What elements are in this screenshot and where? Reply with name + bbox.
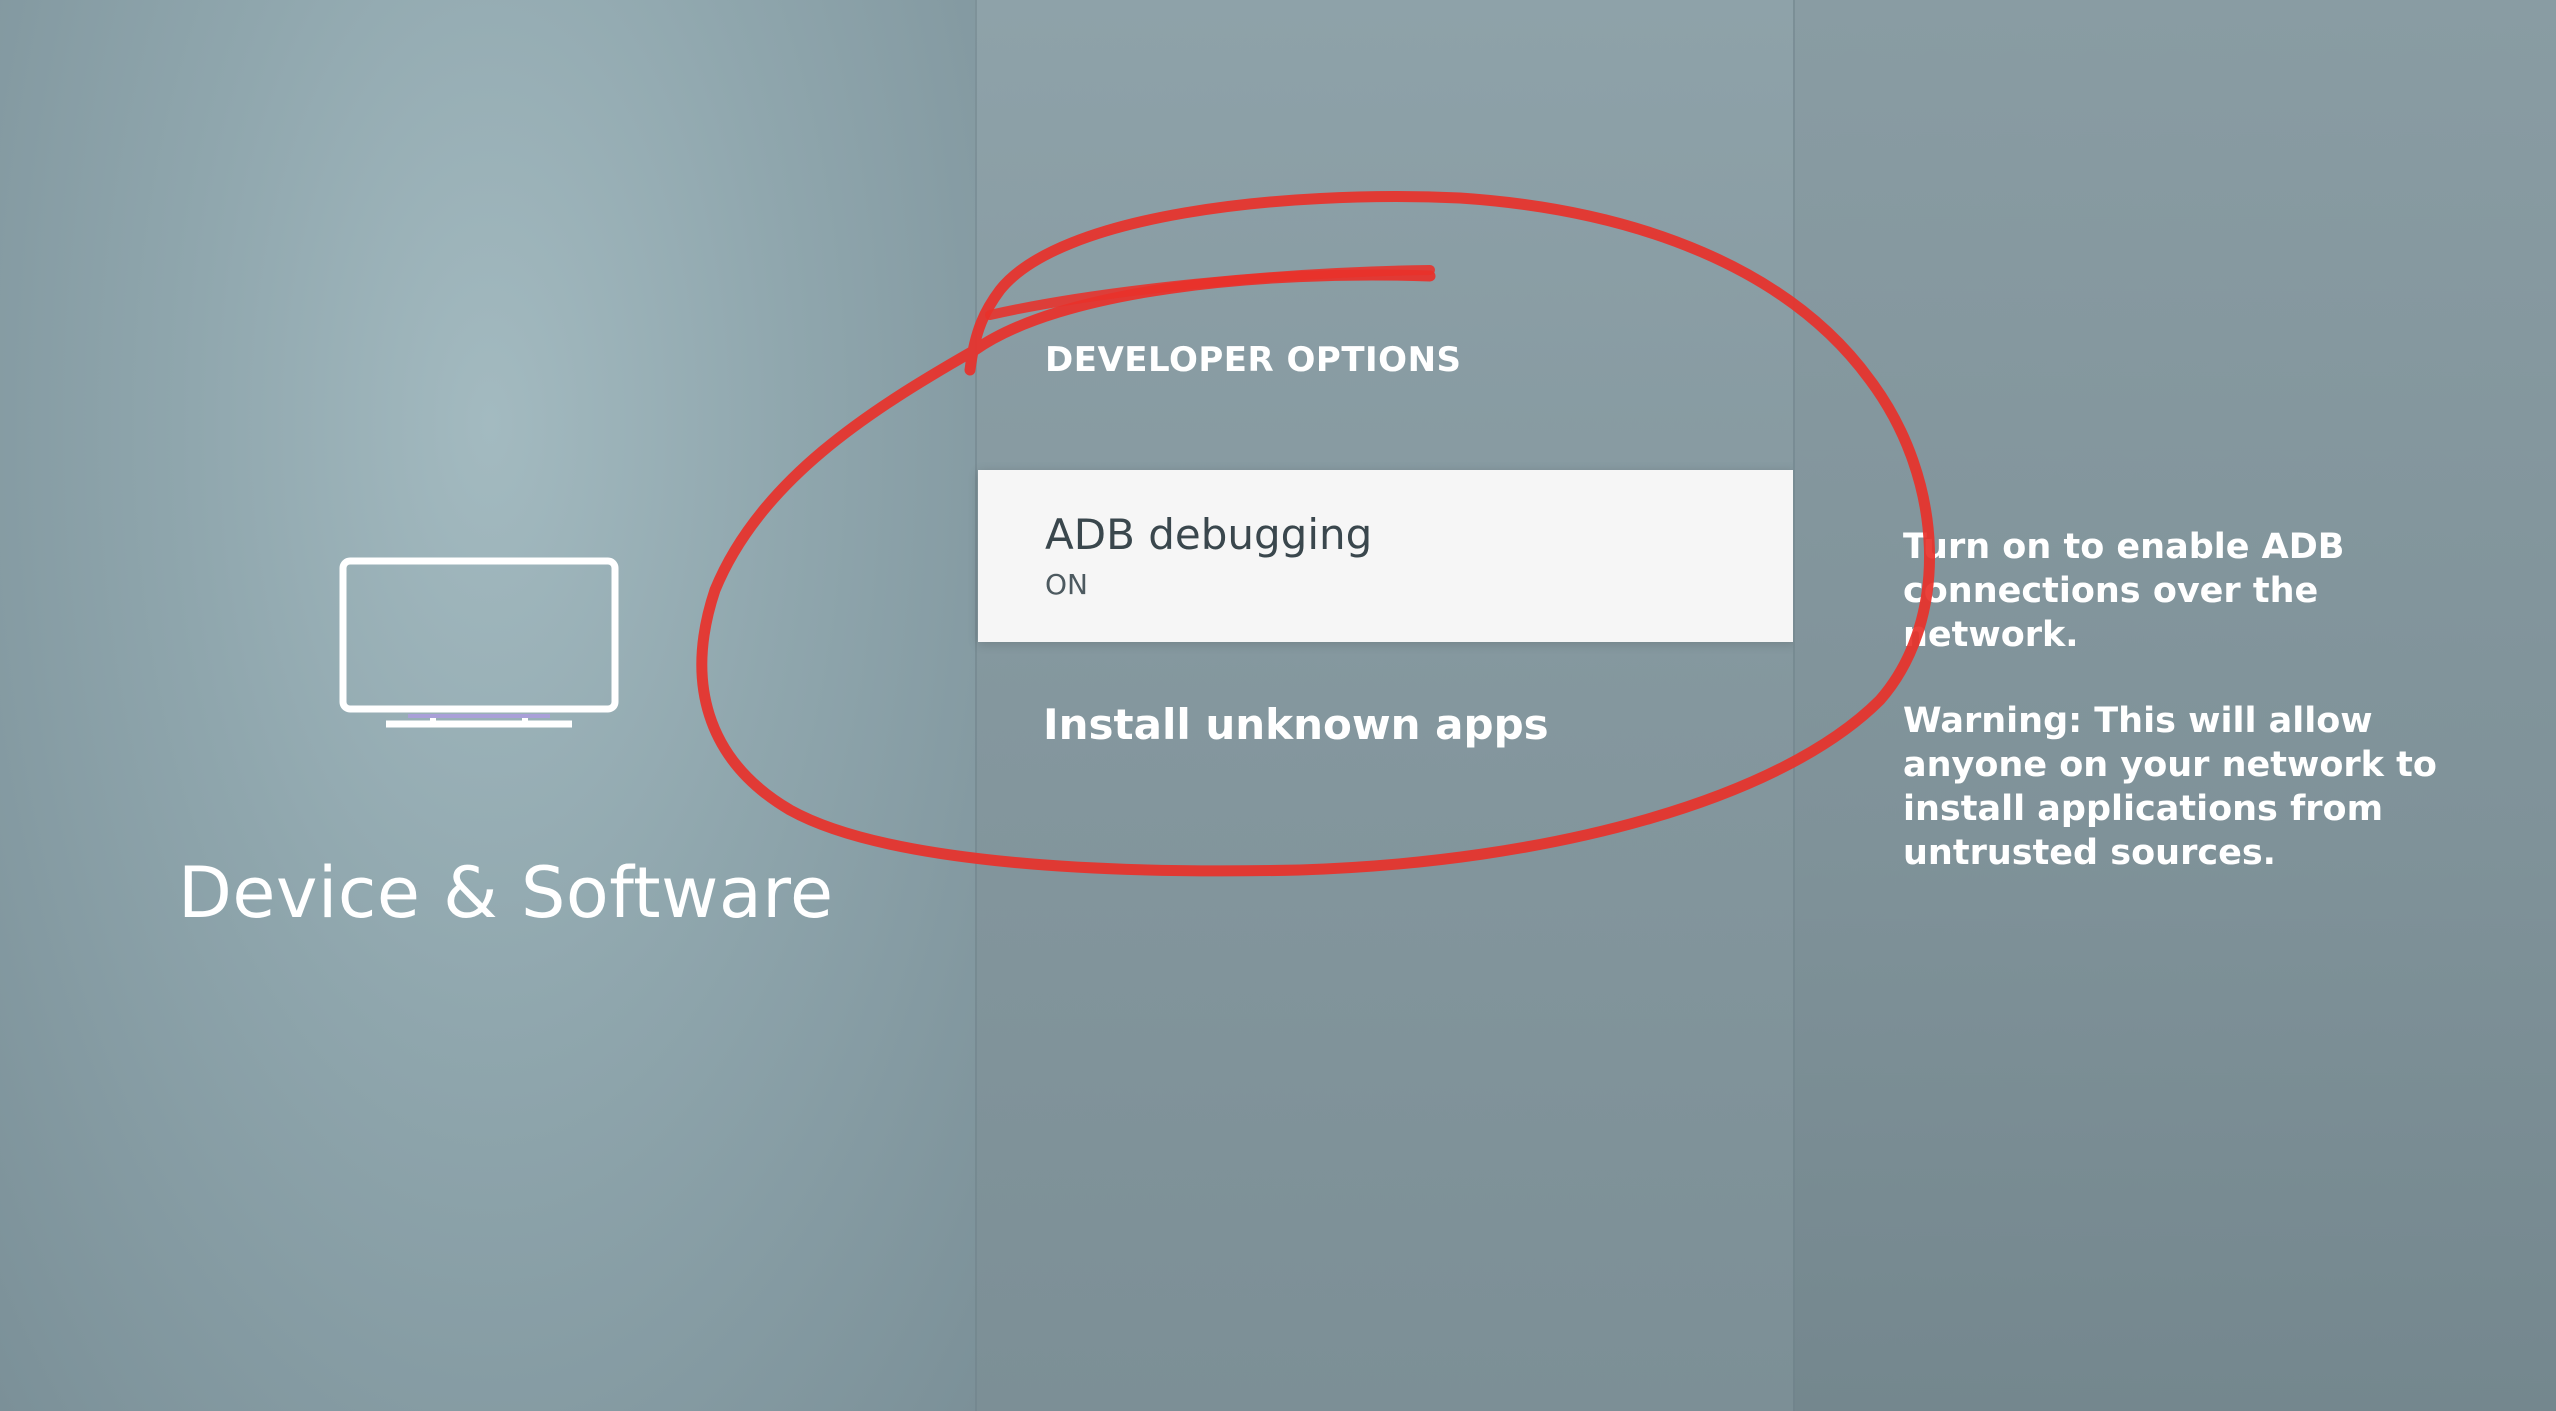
adb-debugging-value: ON	[1045, 568, 1088, 601]
category-panel: Device & Software	[0, 0, 980, 1411]
item-description: Turn on to enable ADB connections over t…	[1903, 525, 2503, 917]
description-text: Turn on to enable ADB connections over t…	[1903, 527, 2345, 655]
adb-debugging-item[interactable]: ADB debugging ON	[978, 470, 1796, 642]
adb-debugging-label: ADB debugging	[1045, 510, 1373, 559]
section-header: DEVELOPER OPTIONS	[1045, 340, 1462, 380]
category-title: Device & Software	[178, 852, 834, 934]
tv-icon	[339, 557, 619, 728]
fire-tv-settings-screen: Device & Software DEVELOPER OPTIONS ADB …	[0, 0, 2556, 1411]
warning-text: Warning: This will allow anyone on your …	[1903, 701, 2437, 873]
install-unknown-apps-item[interactable]: Install unknown apps	[1043, 700, 1549, 749]
